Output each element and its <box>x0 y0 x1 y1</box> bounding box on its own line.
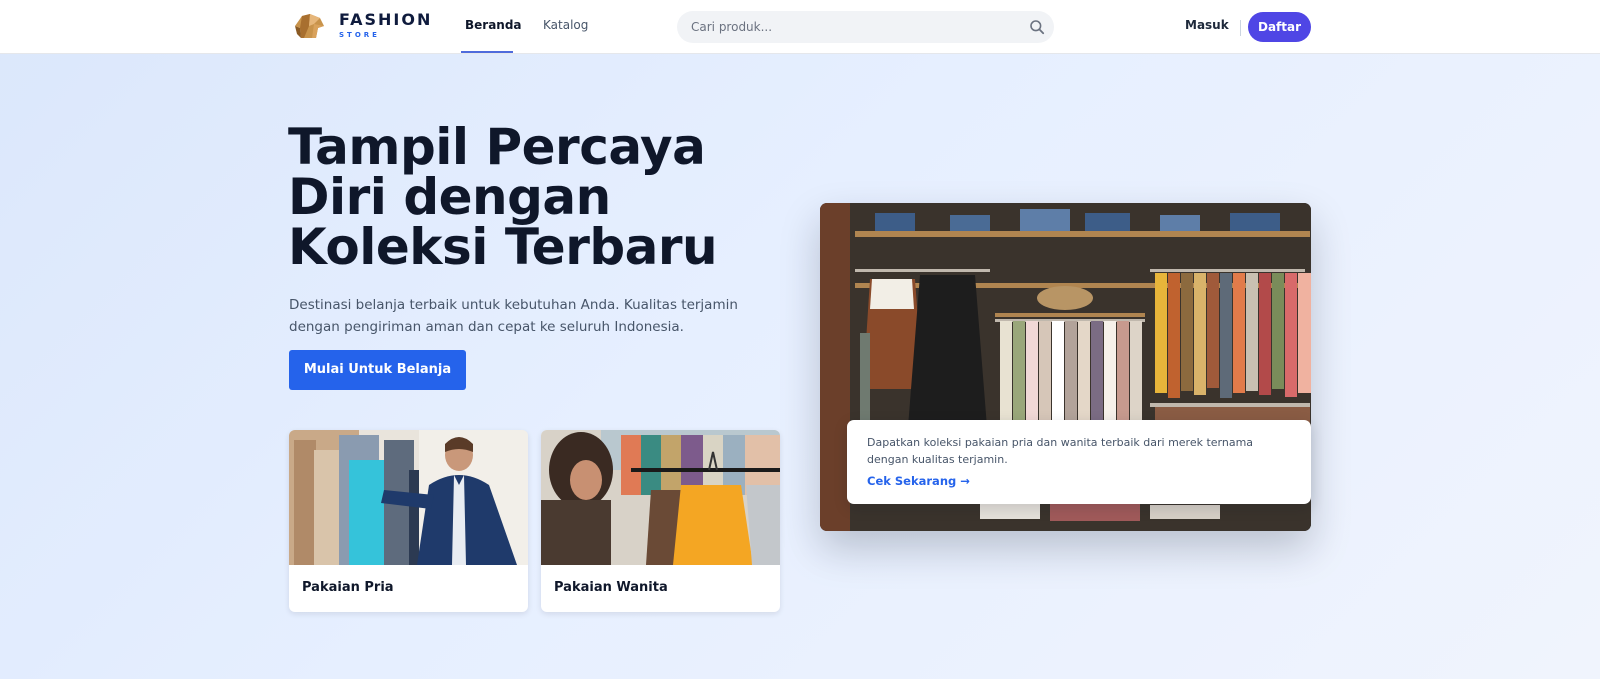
hero-title: Tampil Percaya Diri dengan Koleksi Terba… <box>288 118 718 276</box>
navbar: FASHION STORE Beranda Katalog Masuk Daft… <box>0 0 1600 54</box>
search-bar <box>677 11 1054 43</box>
nav-divider <box>1240 20 1241 36</box>
nav-link-katalog[interactable]: Katalog <box>543 18 588 32</box>
women-clothing-image <box>541 430 780 565</box>
logo-subtitle: STORE <box>339 31 380 39</box>
nav-link-beranda[interactable]: Beranda <box>465 18 522 32</box>
promo-card: Dapatkan koleksi pakaian pria dan wanita… <box>847 420 1311 504</box>
register-button[interactable]: Daftar <box>1248 12 1311 42</box>
logo-icon <box>295 14 324 38</box>
category-label-men: Pakaian Pria <box>302 580 394 595</box>
category-card-women[interactable]: Pakaian Wanita <box>541 430 780 612</box>
logo[interactable]: FASHION STORE <box>292 10 432 44</box>
category-label-women: Pakaian Wanita <box>554 580 668 595</box>
hero-description: Destinasi belanja terbaik untuk kebutuha… <box>289 297 738 335</box>
category-card-men[interactable]: Pakaian Pria <box>289 430 528 612</box>
check-now-link[interactable]: Cek Sekarang → <box>867 474 970 488</box>
men-clothing-image <box>289 430 528 565</box>
search-input[interactable] <box>691 11 1011 43</box>
start-shopping-button[interactable]: Mulai Untuk Belanja <box>289 350 466 390</box>
logo-title: FASHION <box>339 10 433 29</box>
active-nav-indicator <box>461 51 513 53</box>
login-link[interactable]: Masuk <box>1185 18 1229 32</box>
search-icon[interactable] <box>1029 19 1045 35</box>
promo-text: Dapatkan koleksi pakaian pria dan wanita… <box>867 436 1254 466</box>
